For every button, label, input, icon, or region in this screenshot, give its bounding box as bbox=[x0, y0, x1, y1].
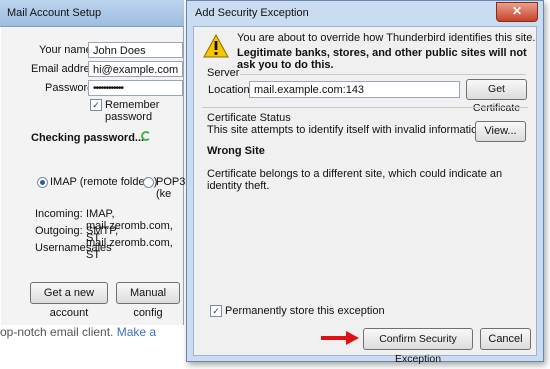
permanently-store-label: Permanently store this exception bbox=[225, 305, 385, 317]
mail-account-setup-window: Mail Account Setup Your name: John Does … bbox=[0, 0, 186, 339]
view-certificate-button[interactable]: View... bbox=[475, 121, 526, 142]
location-input[interactable]: mail.example.com:143 bbox=[249, 81, 460, 98]
mail-setup-titlebar: Mail Account Setup bbox=[0, 0, 184, 27]
username-value: sales bbox=[86, 242, 112, 254]
wrong-site-text: Certificate belongs to a different site,… bbox=[207, 168, 503, 192]
certificate-status-text: This site attempts to identify itself wi… bbox=[207, 124, 487, 136]
section-divider bbox=[202, 107, 528, 108]
warning-line-2: Legitimate banks, stores, and other publ… bbox=[237, 47, 527, 71]
get-new-account-button[interactable]: Get a new account bbox=[30, 282, 108, 319]
warning-line-1: You are about to override how Thunderbir… bbox=[237, 32, 536, 44]
cancel-button[interactable]: Cancel bbox=[480, 328, 531, 350]
footer-tagline: op-notch email client. bbox=[0, 325, 114, 339]
warning-icon bbox=[203, 34, 229, 58]
certificate-status-heading: Certificate Status bbox=[207, 112, 291, 124]
close-icon[interactable]: ✕ bbox=[496, 2, 538, 22]
imap-label: IMAP (remote folders) bbox=[50, 176, 158, 188]
get-certificate-button[interactable]: Get Certificate bbox=[466, 79, 527, 114]
server-divider bbox=[240, 74, 526, 75]
dialog-content: You are about to override how Thunderbir… bbox=[193, 26, 537, 365]
location-label: Location: bbox=[208, 84, 253, 96]
red-arrow-icon bbox=[321, 331, 359, 345]
password-field[interactable]: •••••••••••• bbox=[88, 80, 183, 96]
your-name-field[interactable]: John Does bbox=[88, 42, 183, 58]
checking-spinner-icon bbox=[141, 131, 151, 141]
your-name-label: Your name: bbox=[39, 44, 95, 56]
mail-setup-title: Mail Account Setup bbox=[7, 7, 102, 19]
imap-radio[interactable] bbox=[37, 177, 48, 188]
footer-link[interactable]: Make a bbox=[117, 325, 156, 339]
pop3-label: POP3 (ke bbox=[156, 176, 186, 200]
remember-password-label: Remember password bbox=[105, 99, 160, 123]
footer-text: op-notch email client. Make a bbox=[0, 325, 185, 345]
remember-password-checkbox[interactable]: ✓ bbox=[90, 99, 102, 111]
dialog-title: Add Security Exception bbox=[195, 7, 309, 19]
pop3-radio[interactable] bbox=[143, 177, 154, 188]
mail-setup-body: Your name: John Does Email address: hi@e… bbox=[1, 27, 186, 325]
outgoing-label: Outgoing: bbox=[35, 225, 83, 237]
checking-password-status: Checking password... bbox=[31, 132, 145, 144]
email-address-field[interactable]: hi@example.com bbox=[88, 61, 183, 77]
permanently-store-checkbox[interactable]: ✓ bbox=[210, 305, 222, 317]
server-heading: Server bbox=[207, 67, 240, 79]
confirm-security-exception-button[interactable]: Confirm Security Exception bbox=[363, 328, 473, 365]
incoming-label: Incoming: bbox=[35, 208, 83, 220]
manual-config-button[interactable]: Manual config bbox=[116, 282, 180, 319]
username-label: Username: bbox=[35, 242, 89, 254]
wrong-site-heading: Wrong Site bbox=[207, 145, 265, 157]
add-security-exception-dialog: Add Security Exception ✕ You are about t… bbox=[186, 0, 544, 365]
